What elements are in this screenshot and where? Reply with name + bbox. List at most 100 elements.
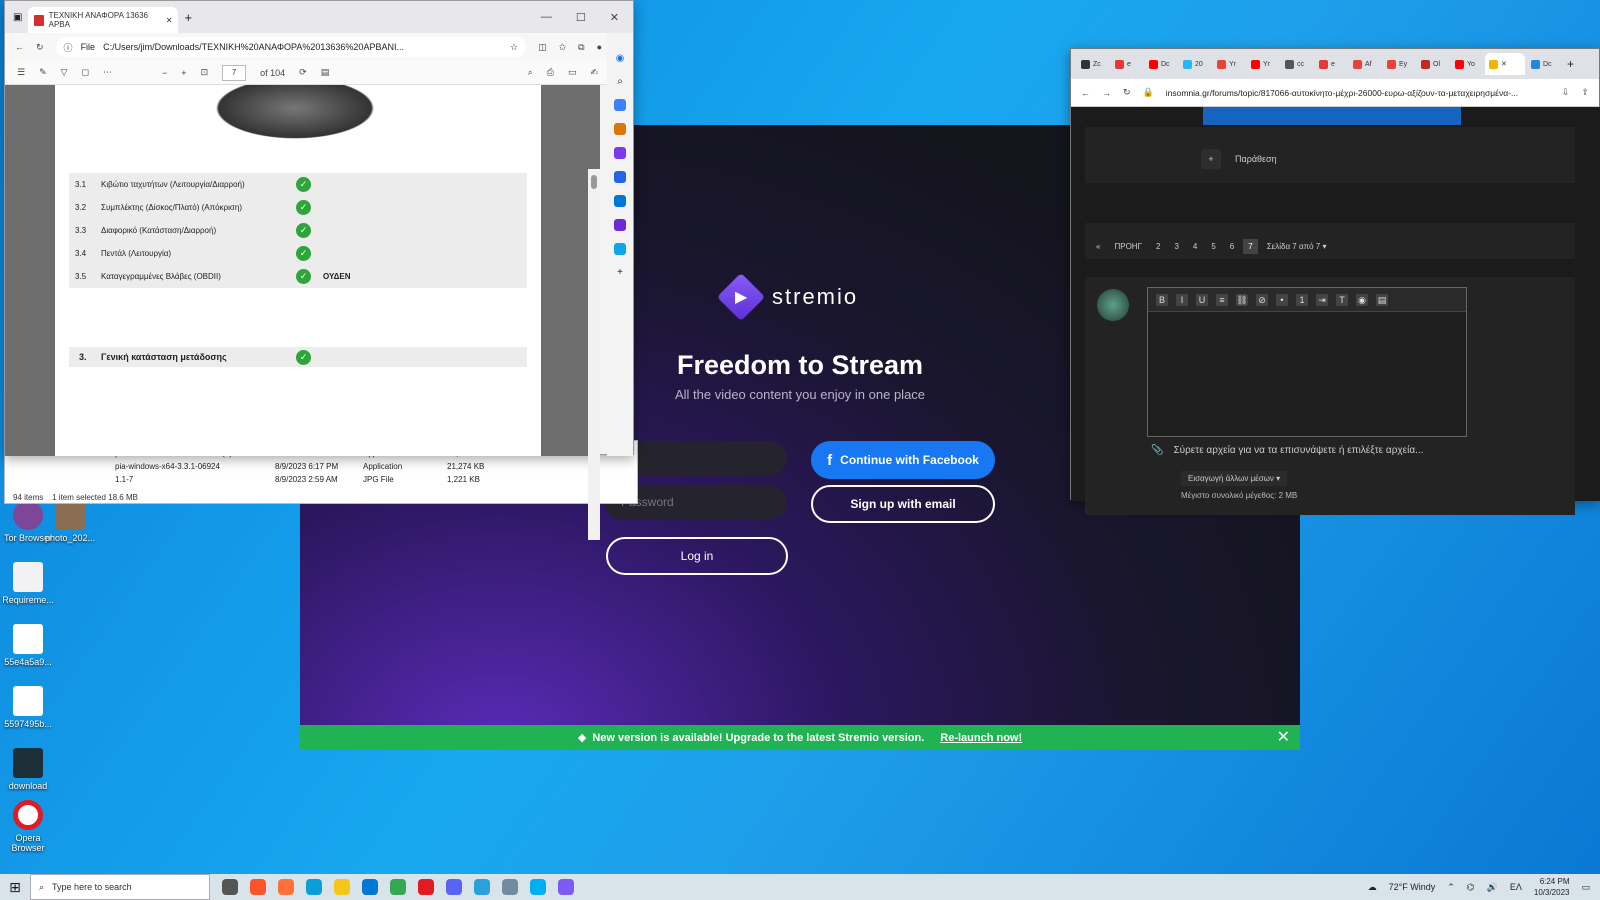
browser-tab[interactable]: e (1111, 53, 1143, 75)
desktop-icon-file-1[interactable]: 55e4a5a9... (0, 624, 56, 667)
maximize-icon[interactable]: ☐ (576, 11, 586, 24)
browser-tab[interactable]: 20 (1179, 53, 1211, 75)
games-icon[interactable] (614, 147, 626, 159)
send-icon[interactable] (614, 243, 626, 255)
clock[interactable]: 6:24 PM 10/3/2023 (1534, 876, 1570, 898)
forward-icon[interactable]: → (1102, 88, 1111, 98)
firefox-icon[interactable] (278, 879, 294, 895)
source-icon[interactable]: ▤ (1376, 293, 1388, 306)
collections-icon[interactable]: ⧉ (578, 42, 584, 53)
signup-email-button[interactable]: Sign up with email (811, 485, 995, 523)
refresh-icon[interactable]: ↻ (36, 42, 44, 53)
tab-pdf[interactable]: ΤΕΧΝΙΚΗ ΑΝΑΦΟΡΑ 13636 ΑΡΒΑ ✕ (28, 7, 179, 33)
fit-page-icon[interactable]: ⊡ (201, 67, 209, 78)
back-icon[interactable]: ← (15, 42, 24, 52)
file-row[interactable]: 1.1-7 8/9/2023 2:59 AM JPG File 1,221 KB (115, 475, 615, 484)
browser-tab[interactable]: Zc (1077, 53, 1109, 75)
taskbar-search[interactable]: ⌕ Type here to search (30, 874, 210, 900)
minimize-icon[interactable]: — (541, 11, 552, 24)
save-icon[interactable]: ▭ (568, 67, 577, 78)
favorite-star-icon[interactable]: ☆ (510, 42, 518, 53)
discord-icon[interactable] (446, 879, 462, 895)
share-icon[interactable]: ⇪ (1581, 87, 1589, 98)
numbered-list-icon[interactable]: 1 (1296, 293, 1308, 306)
store-icon[interactable] (362, 879, 378, 895)
bullet-list-icon[interactable]: • (1276, 293, 1288, 306)
new-tab-icon[interactable]: + (184, 10, 192, 25)
close-icon[interactable]: ✕ (166, 16, 173, 25)
desktop-icon-file-2[interactable]: 5597495b... (0, 686, 56, 729)
relaunch-link[interactable]: Re-launch now! (940, 732, 1022, 744)
new-tab-icon[interactable]: + (1567, 57, 1574, 71)
tab-actions-icon[interactable]: ▣ (13, 12, 22, 23)
strike-icon[interactable]: ≡ (1216, 293, 1228, 306)
volume-icon[interactable]: 🔊 (1487, 882, 1498, 893)
attach-area[interactable]: 📎 Σύρετε αρχεία για να τα επισυνάψετε ή ε… (1151, 445, 1423, 456)
page-view-icon[interactable]: ▤ (321, 67, 330, 78)
page-link[interactable]: 6 (1225, 239, 1239, 254)
read-aloud-icon[interactable]: ◻ (82, 67, 89, 78)
opera-icon[interactable] (418, 879, 434, 895)
clear-format-icon[interactable]: T (1336, 293, 1348, 306)
telegram-icon[interactable] (474, 879, 490, 895)
page-jump-dropdown[interactable]: Σελίδα 7 από 7 ▾ (1262, 239, 1332, 254)
link-icon[interactable]: ⛓ (1236, 293, 1248, 306)
profile-icon[interactable]: ● (597, 42, 602, 52)
rotate-icon[interactable]: ⟳ (299, 67, 307, 78)
refresh-icon[interactable]: ↻ (1123, 87, 1131, 98)
draw-icon[interactable]: ▽ (61, 67, 68, 78)
login-button[interactable]: Log in (606, 537, 788, 575)
scrollbar[interactable] (588, 169, 600, 540)
zoom-in-icon[interactable]: + (181, 68, 186, 78)
browser-tab[interactable]: Dc (1145, 53, 1177, 75)
desktop-icon-photo[interactable]: photo_202... (42, 500, 98, 543)
page-number-input[interactable]: 7 (222, 64, 247, 81)
browser-tab-active[interactable]: ✕ (1485, 53, 1525, 75)
browser-tab[interactable]: Yr (1247, 53, 1279, 75)
favorites-icon[interactable]: ✩ (559, 42, 567, 53)
desktop-icon-opera[interactable]: Opera Browser (0, 800, 56, 853)
designer-icon[interactable] (614, 219, 626, 231)
prev-page-link[interactable]: ΠΡΟΗΓ (1109, 239, 1147, 254)
file-row[interactable]: pia-windows-x64-3.3.1-06924 8/9/2023 6:17… (115, 462, 615, 471)
browser-tab[interactable]: Af (1349, 53, 1381, 75)
browser-tab[interactable]: Ol (1417, 53, 1449, 75)
page-link[interactable]: 2 (1151, 239, 1165, 254)
address-bar[interactable]: insomnia.gr/forums/topic/817066-αυτοκίνη… (1166, 88, 1550, 98)
browser-tab[interactable]: Ey (1383, 53, 1415, 75)
zoom-out-icon[interactable]: − (162, 68, 167, 78)
office-icon[interactable] (614, 171, 626, 183)
quote-button[interactable]: + Παράθεση (1201, 149, 1277, 169)
chrome-icon[interactable] (390, 879, 406, 895)
desktop-icon-requirements[interactable]: Requireme... (0, 562, 56, 605)
underline-icon[interactable]: U (1196, 293, 1208, 306)
page-link-current[interactable]: 7 (1243, 239, 1258, 254)
close-window-icon[interactable]: ✕ (610, 11, 619, 24)
notifications-icon[interactable]: ▭ (1581, 882, 1590, 893)
bold-icon[interactable]: B (1156, 293, 1168, 306)
insert-media-button[interactable]: Εισαγωγή άλλων μέσων ▾ (1181, 471, 1288, 486)
skype-icon[interactable] (530, 879, 546, 895)
tools-icon[interactable] (614, 123, 626, 135)
browser-tab[interactable]: Yr (1213, 53, 1245, 75)
notepad-icon[interactable] (502, 879, 518, 895)
language-indicator[interactable]: ΕΛ (1510, 882, 1522, 892)
facebook-login-button[interactable]: f Continue with Facebook (811, 441, 995, 479)
windows-start-icon[interactable]: ⊞ (0, 874, 30, 900)
brave-icon[interactable] (250, 879, 266, 895)
save-as-icon[interactable]: ✍ (590, 67, 598, 78)
browser-tab[interactable]: e (1315, 53, 1347, 75)
page-link[interactable]: 3 (1169, 239, 1183, 254)
task-view-icon[interactable] (222, 879, 238, 895)
first-page-link[interactable]: « (1091, 239, 1105, 254)
split-screen-icon[interactable]: ◫ (538, 42, 547, 53)
highlight-icon[interactable]: ✎ (39, 67, 47, 78)
reply-editor[interactable]: B I U ≡ ⛓ ⊘ • 1 ⇥ T ◉ ▤ (1147, 287, 1467, 437)
page-link[interactable]: 4 (1188, 239, 1202, 254)
search-sidebar-icon[interactable]: ⌕ (617, 76, 623, 87)
browser-tab[interactable]: Yo (1451, 53, 1483, 75)
close-icon[interactable]: ✕ (1501, 60, 1507, 68)
desktop-icon-download[interactable]: download (0, 748, 56, 791)
weather-text[interactable]: 72°F Windy (1389, 882, 1436, 892)
browser-tab[interactable]: cc (1281, 53, 1313, 75)
